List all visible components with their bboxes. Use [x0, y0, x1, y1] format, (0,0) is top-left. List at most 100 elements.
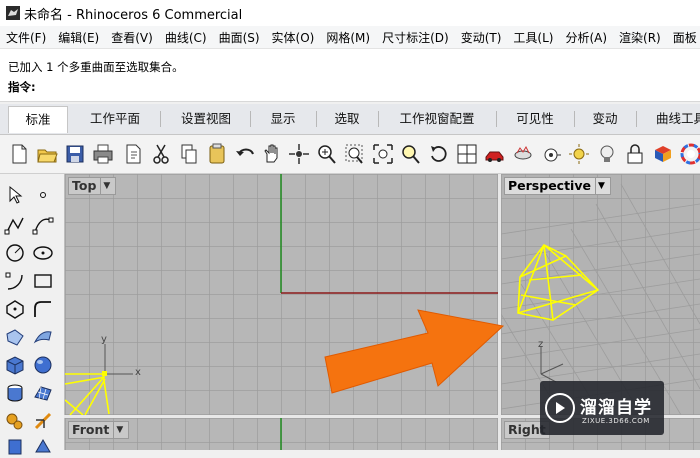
material-icon[interactable] — [652, 142, 674, 166]
menu-bar: 文件(F) 编辑(E) 查看(V) 曲线(C) 曲面(S) 实体(O) 网格(M… — [0, 26, 700, 49]
tab-display[interactable]: 显示 — [252, 106, 314, 132]
rotate-icon[interactable] — [428, 142, 450, 166]
tab-standard[interactable]: 标准 — [8, 106, 68, 133]
zoom-selected-icon[interactable] — [400, 142, 422, 166]
point-icon[interactable] — [32, 184, 54, 206]
tab-viewport-layout[interactable]: 工作视窗配置 — [380, 106, 494, 132]
viewport-front[interactable]: Front ▼ — [65, 418, 498, 450]
open-file-icon[interactable] — [36, 142, 58, 166]
analyze-tools-icon[interactable] — [32, 410, 54, 432]
display-mode-icon[interactable] — [512, 142, 534, 166]
zoom-extents-icon[interactable] — [372, 142, 394, 166]
arc-icon[interactable] — [4, 270, 26, 292]
cut-icon[interactable] — [150, 142, 172, 166]
render-tools-icon[interactable] — [32, 436, 54, 458]
menu-render[interactable]: 渲染(R) — [613, 29, 667, 46]
command-prompt[interactable]: 指令: — [8, 79, 36, 95]
tab-divider — [636, 111, 637, 127]
watermark-logo-icon — [545, 393, 575, 423]
box-icon[interactable] — [4, 354, 26, 376]
ellipse-icon[interactable] — [32, 242, 54, 264]
axis-label-z: z — [538, 339, 544, 350]
rectangle-icon[interactable] — [32, 270, 54, 292]
polygon-icon[interactable] — [4, 298, 26, 320]
print-icon[interactable] — [92, 142, 114, 166]
selected-object-top — [65, 373, 110, 415]
new-file-icon[interactable] — [8, 142, 30, 166]
perspective-viewport-graphics — [501, 183, 700, 415]
toolbar-tab-bar: 标准 工作平面 设置视图 显示 选取 工作视窗配置 可见性 变动 曲线工具 — [0, 104, 700, 135]
watermark-brand: 溜溜自学 — [580, 398, 652, 418]
command-history-message: 已加入 1 个多重曲面至选取集合。 — [8, 60, 184, 74]
select-arrow-icon[interactable] — [4, 184, 26, 206]
copy-icon[interactable] — [178, 142, 200, 166]
circle-icon[interactable] — [4, 242, 26, 264]
named-views-icon[interactable] — [484, 142, 506, 166]
solid-tools-icon[interactable] — [4, 436, 26, 458]
menu-mesh[interactable]: 网格(M) — [320, 29, 376, 46]
menu-dimension[interactable]: 尺寸标注(D) — [376, 29, 455, 46]
sphere-icon[interactable] — [32, 354, 54, 376]
menu-view[interactable]: 查看(V) — [105, 29, 159, 46]
watermark: 溜溜自学 ZIXUE.3D66.COM — [540, 381, 664, 435]
tab-visibility[interactable]: 可见性 — [498, 106, 572, 132]
tab-divider — [160, 111, 161, 127]
surface-from-points-icon[interactable] — [4, 326, 26, 348]
curve-control-points-icon[interactable] — [32, 214, 54, 236]
selected-pyramid — [517, 243, 600, 321]
transform-tools-icon[interactable] — [4, 410, 26, 432]
camera-icon[interactable] — [540, 142, 562, 166]
menu-file[interactable]: 文件(F) — [0, 29, 52, 46]
lightbulb-icon[interactable] — [596, 142, 618, 166]
chevron-down-icon[interactable]: ▼ — [594, 178, 607, 194]
color-wheel-icon[interactable] — [680, 142, 700, 166]
polyline-icon[interactable] — [4, 214, 26, 236]
tab-divider — [574, 111, 575, 127]
chevron-down-icon[interactable]: ▼ — [100, 178, 112, 194]
pan-hand-icon[interactable] — [260, 142, 282, 166]
front-viewport-graphics — [280, 418, 282, 450]
window-title: 未命名 - Rhinoceros 6 Commercial — [24, 7, 243, 23]
tab-transform[interactable]: 变动 — [576, 106, 634, 132]
menu-edit[interactable]: 编辑(E) — [52, 29, 105, 46]
viewport-perspective[interactable]: z Perspective ▼ — [501, 174, 700, 415]
paste-icon[interactable] — [206, 142, 228, 166]
save-icon[interactable] — [64, 142, 86, 166]
rotate-view-icon[interactable] — [288, 142, 310, 166]
viewport-label-top[interactable]: Top ▼ — [68, 177, 117, 195]
menu-curve[interactable]: 曲线(C) — [159, 29, 213, 46]
tab-divider — [250, 111, 251, 127]
chevron-down-icon[interactable]: ▼ — [113, 422, 125, 438]
import-icon[interactable] — [122, 142, 144, 166]
axis-label-x: x — [135, 367, 141, 378]
rhino-app-icon — [6, 6, 20, 20]
zoom-icon[interactable] — [316, 142, 338, 166]
sun-icon[interactable] — [568, 142, 590, 166]
menu-solid[interactable]: 实体(O) — [266, 29, 321, 46]
tab-select[interactable]: 选取 — [318, 106, 376, 132]
tab-divider — [316, 111, 317, 127]
selection-grip — [102, 371, 107, 376]
fillet-curve-icon[interactable] — [32, 298, 54, 320]
tab-divider — [378, 111, 379, 127]
menu-surface[interactable]: 曲面(S) — [213, 29, 266, 46]
viewport-label-perspective[interactable]: Perspective ▼ — [504, 177, 611, 195]
title-bar: 未命名 - Rhinoceros 6 Commercial — [0, 0, 700, 26]
tab-set-view[interactable]: 设置视图 — [164, 106, 248, 132]
viewport-label-front[interactable]: Front ▼ — [68, 421, 130, 439]
menu-transform[interactable]: 变动(T) — [455, 29, 508, 46]
cylinder-icon[interactable] — [4, 382, 26, 404]
lock-icon[interactable] — [624, 142, 646, 166]
tab-cplanes[interactable]: 工作平面 — [72, 106, 158, 132]
menu-panels[interactable]: 面板 — [667, 29, 700, 46]
menu-tools[interactable]: 工具(L) — [507, 29, 559, 46]
zoom-window-icon[interactable] — [344, 142, 366, 166]
menu-analyze[interactable]: 分析(A) — [559, 29, 613, 46]
viewport-layout-icon[interactable] — [456, 142, 478, 166]
undo-icon[interactable] — [234, 142, 256, 166]
mesh-icon[interactable] — [32, 382, 54, 404]
extrude-surface-icon[interactable] — [32, 326, 54, 348]
tab-curve-tools[interactable]: 曲线工具 — [640, 106, 700, 132]
command-area: 已加入 1 个多重曲面至选取集合。 指令: — [0, 49, 700, 102]
axis-label-y: y — [101, 334, 107, 345]
